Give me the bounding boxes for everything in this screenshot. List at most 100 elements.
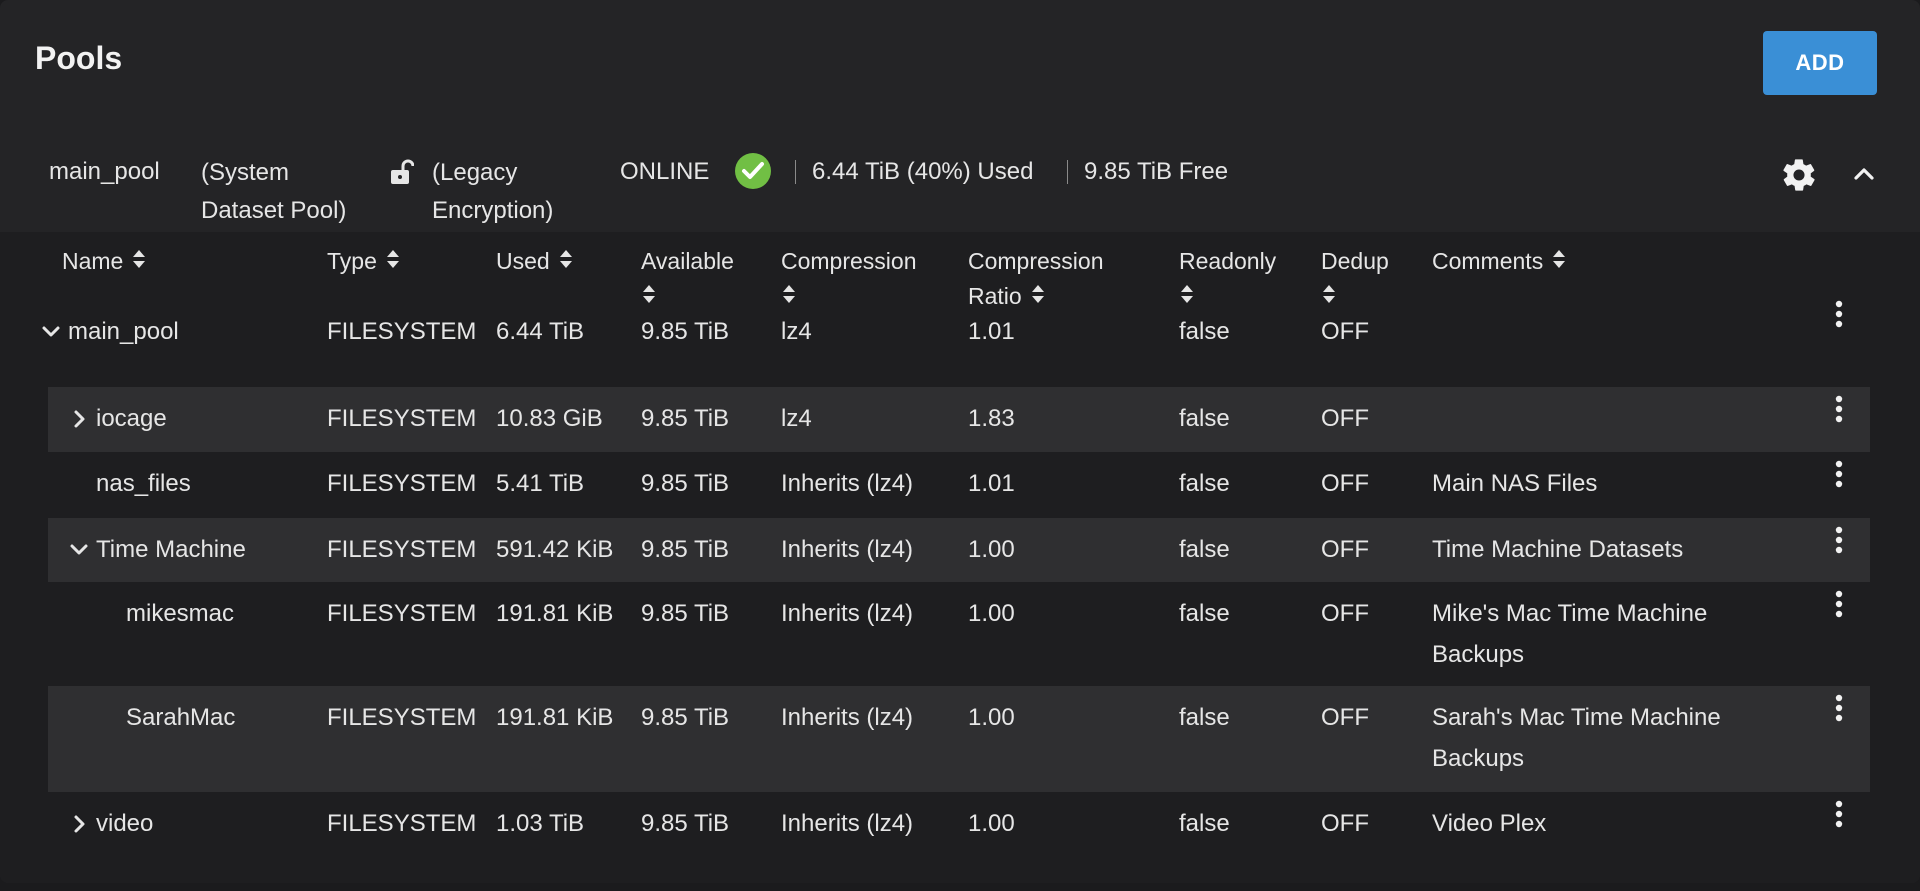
- chevron-right-icon[interactable]: [68, 408, 90, 435]
- more-vert-icon[interactable]: [1835, 300, 1843, 337]
- header-label: Dedup: [1321, 248, 1389, 274]
- cell-compression: Inherits (lz4): [781, 704, 914, 731]
- cell-compression: lz4: [781, 405, 812, 432]
- cell-readonly: false: [1179, 405, 1230, 432]
- chevron-down-icon[interactable]: [40, 321, 62, 348]
- sort-icon[interactable]: [1030, 280, 1046, 315]
- cell-name: main_pool: [68, 318, 179, 345]
- cell-available: 9.85 TiB: [641, 536, 730, 563]
- table-row[interactable]: mikesmac FILESYSTEM 191.81 KiB 9.85 TiB Inhe…: [48, 582, 1870, 686]
- header-label: Used: [496, 248, 550, 274]
- more-vert-icon[interactable]: [1835, 800, 1843, 837]
- cell-comments: Main NAS Files: [1432, 470, 1598, 497]
- cell-readonly: false: [1179, 470, 1230, 497]
- chevron-up-icon[interactable]: [1850, 160, 1878, 193]
- header-col-readonly[interactable]: Readonly: [1179, 244, 1276, 315]
- cell-used: 10.83 GiB: [496, 405, 603, 432]
- cell-dedup: OFF: [1321, 810, 1369, 837]
- cell-dedup: OFF: [1321, 405, 1369, 432]
- cell-compression: Inherits (lz4): [781, 470, 914, 497]
- cell-ratio: 1.00: [968, 600, 1015, 627]
- sort-icon[interactable]: [1179, 280, 1195, 315]
- sort-icon[interactable]: [131, 245, 147, 280]
- cell-name: SarahMac: [126, 704, 236, 731]
- more-vert-icon[interactable]: [1835, 590, 1843, 627]
- chevron-right-icon[interactable]: [68, 813, 90, 840]
- pool-name: main_pool: [49, 158, 160, 185]
- table-row[interactable]: main_pool FILESYSTEM 6.44 TiB 9.85 TiB lz4 1.…: [42, 300, 1870, 367]
- cell-type: FILESYSTEM: [327, 405, 477, 432]
- cell-comments: Sarah's Mac Time Machine: [1432, 704, 1721, 731]
- header-label: Compression: [781, 248, 917, 274]
- cell-comments: Time Machine Datasets: [1432, 536, 1684, 563]
- cell-used: 5.41 TiB: [496, 470, 585, 497]
- header-col-available[interactable]: Available: [641, 244, 734, 315]
- cell-ratio: 1.83: [968, 405, 1015, 432]
- cell-comments-line2: Backups: [1432, 641, 1525, 668]
- header-label: Comments: [1432, 248, 1544, 274]
- cell-used: 191.81 KiB: [496, 600, 614, 627]
- cell-ratio: 1.01: [968, 470, 1015, 497]
- header-col-comments[interactable]: Comments: [1432, 244, 1567, 280]
- table-row[interactable]: nas_files FILESYSTEM 5.41 TiB 9.85 TiB Inher…: [48, 452, 1870, 518]
- chevron-down-icon[interactable]: [68, 539, 90, 566]
- header-label: Compression: [968, 248, 1104, 274]
- sort-icon[interactable]: [641, 280, 657, 315]
- cell-comments-line2: Backups: [1432, 745, 1525, 772]
- more-vert-icon[interactable]: [1835, 460, 1843, 497]
- gear-icon[interactable]: [1780, 156, 1818, 199]
- sort-icon[interactable]: [558, 245, 574, 280]
- cell-type: FILESYSTEM: [327, 810, 477, 837]
- separator: [1067, 160, 1068, 184]
- header-col-name[interactable]: Name: [62, 244, 147, 280]
- cell-name: Time Machine: [96, 536, 246, 563]
- add-button[interactable]: ADD: [1763, 31, 1877, 95]
- more-vert-icon[interactable]: [1835, 526, 1843, 563]
- table-row[interactable]: iocage FILESYSTEM 10.83 GiB 9.85 TiB lz4 1.83…: [48, 387, 1870, 452]
- pool-status: ONLINE: [620, 158, 710, 185]
- cell-available: 9.85 TiB: [641, 810, 730, 837]
- more-vert-icon[interactable]: [1835, 395, 1843, 432]
- header-label: Type: [327, 248, 377, 274]
- check-circle-icon: [734, 152, 772, 195]
- cell-dedup: OFF: [1321, 536, 1369, 563]
- cell-compression: Inherits (lz4): [781, 536, 914, 563]
- cell-available: 9.85 TiB: [641, 405, 730, 432]
- more-vert-icon[interactable]: [1835, 694, 1843, 731]
- cell-used: 591.42 KiB: [496, 536, 614, 563]
- sort-icon[interactable]: [781, 280, 797, 315]
- table-row[interactable]: Time Machine FILESYSTEM 591.42 KiB 9.85 TiB…: [48, 518, 1870, 582]
- cell-type: FILESYSTEM: [327, 600, 477, 627]
- table-row[interactable]: video FILESYSTEM 1.03 TiB 9.85 TiB Inherits …: [48, 792, 1870, 882]
- cell-used: 6.44 TiB: [496, 318, 585, 345]
- sort-icon[interactable]: [1321, 280, 1337, 315]
- sort-icon[interactable]: [1551, 245, 1567, 280]
- sort-icon[interactable]: [385, 245, 401, 280]
- header-col-dedup[interactable]: Dedup: [1321, 244, 1389, 315]
- header-label: Available: [641, 248, 734, 274]
- table-row[interactable]: SarahMac FILESYSTEM 191.81 KiB 9.85 TiB Inhe…: [48, 686, 1870, 792]
- cell-readonly: false: [1179, 600, 1230, 627]
- cell-dedup: OFF: [1321, 318, 1369, 345]
- cell-type: FILESYSTEM: [327, 470, 477, 497]
- cell-readonly: false: [1179, 536, 1230, 563]
- header-col-type[interactable]: Type: [327, 244, 401, 280]
- pool-header: main_pool (System Dataset Pool) (Legacy …: [0, 122, 1920, 232]
- header-col-ratio[interactable]: Compression Ratio: [968, 244, 1104, 315]
- system-dataset-label: (System Dataset Pool): [201, 159, 347, 224]
- header-col-compression[interactable]: Compression: [781, 244, 917, 315]
- cell-name: video: [96, 810, 154, 837]
- header-col-used[interactable]: Used: [496, 244, 574, 280]
- cell-ratio: 1.00: [968, 810, 1015, 837]
- header-label: Ratio: [968, 283, 1022, 309]
- cell-available: 9.85 TiB: [641, 470, 730, 497]
- pool-free: 9.85 TiB Free: [1084, 158, 1229, 185]
- cell-readonly: false: [1179, 704, 1230, 731]
- cell-compression: lz4: [781, 318, 812, 345]
- cell-comments: Video Plex: [1432, 810, 1547, 837]
- cell-ratio: 1.01: [968, 318, 1015, 345]
- datasets-table: Name Type Used Available Compression Compress…: [0, 232, 1920, 883]
- cell-compression: Inherits (lz4): [781, 600, 914, 627]
- page-title: Pools: [35, 40, 123, 76]
- cell-type: FILESYSTEM: [327, 318, 477, 345]
